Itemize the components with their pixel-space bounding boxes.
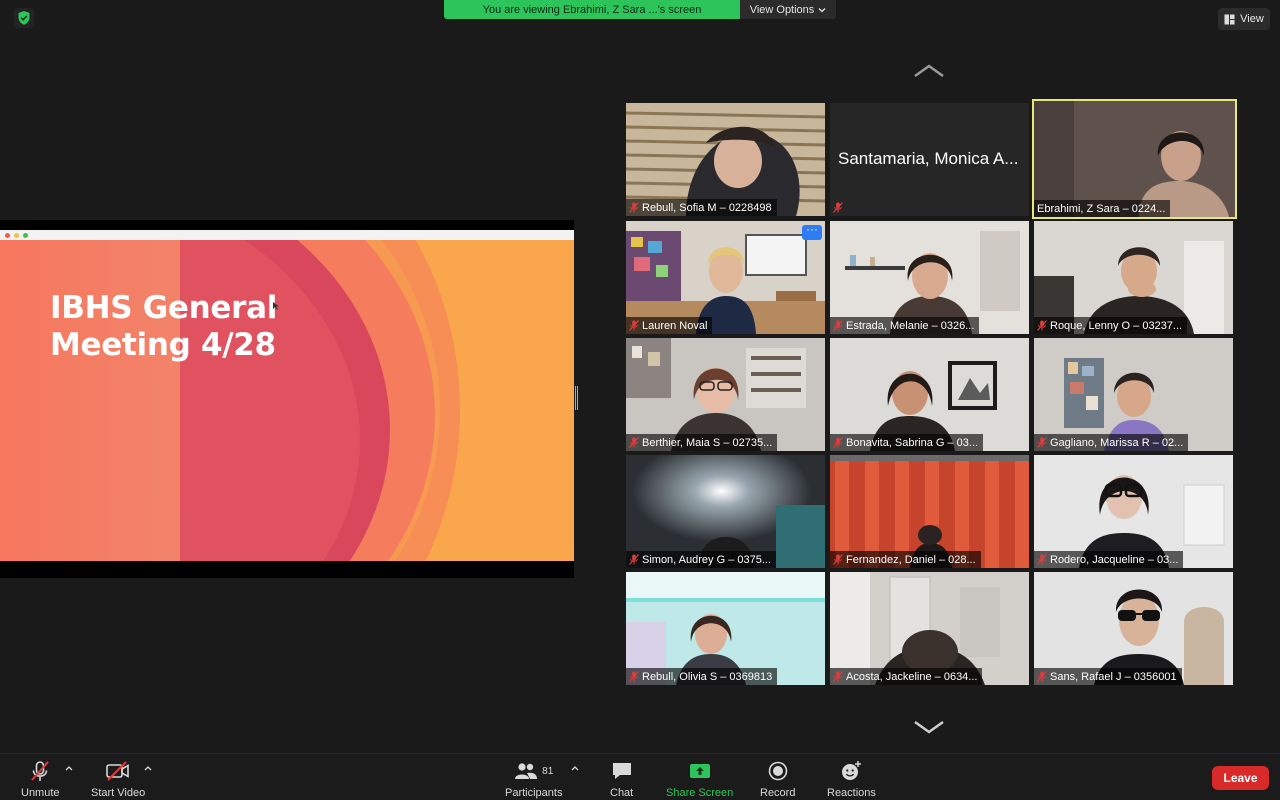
participant-tile[interactable]: Roque, Lenny O – 03237... [1034, 221, 1233, 334]
viewing-banner: You are viewing Ebrahimi, Z Sara ...'s s… [444, 0, 836, 19]
mic-muted-icon [1037, 554, 1047, 565]
mic-muted-icon [629, 320, 639, 331]
participant-tile-active-speaker[interactable]: Ebrahimi, Z Sara – 0224... [1032, 99, 1237, 219]
share-screen-button[interactable]: Share Screen [666, 760, 733, 799]
participant-tile-video-off[interactable]: Santamaria, Monica A... [830, 103, 1029, 216]
participant-name: Ebrahimi, Z Sara – 0224... [1037, 202, 1166, 215]
mouse-cursor-icon [273, 302, 279, 310]
video-options-caret-icon[interactable] [143, 764, 153, 772]
participant-name: Roque, Lenny O – 03237... [1050, 319, 1183, 332]
chat-label: Chat [610, 787, 634, 799]
security-shield-icon[interactable] [14, 8, 34, 28]
slide-background [0, 240, 574, 561]
gallery-grid: Rebull, Sofia M – 0228498 Santamaria, Mo… [626, 99, 1237, 685]
participant-tile[interactable]: Sans, Rafael J – 0356001 [1034, 572, 1233, 685]
participant-tile[interactable]: Rebull, Olivia S – 0369813 [626, 572, 825, 685]
participant-tile[interactable]: Simon, Audrey G – 0375... [626, 455, 825, 568]
participants-label: Participants [505, 787, 563, 799]
share-screen-label: Share Screen [666, 787, 734, 799]
window-zoom-dot [23, 233, 28, 238]
participant-tile[interactable]: Estrada, Melanie – 0326... [830, 221, 1029, 334]
view-button-label: View [1240, 13, 1264, 25]
participant-name: Sans, Rafael J – 0356001 [1050, 670, 1177, 683]
mic-muted-icon [833, 320, 843, 331]
participants-icon [515, 763, 538, 779]
unmute-label: Unmute [21, 787, 60, 799]
mic-muted-icon [629, 202, 639, 213]
participant-tile[interactable]: ··· Lauren Noval [626, 221, 825, 334]
record-label: Record [760, 787, 796, 799]
gallery-next-chevron-down-icon[interactable] [913, 720, 945, 734]
slide-title-line-2: Meeting 4/28 [50, 327, 276, 363]
viewing-screen-text: You are viewing Ebrahimi, Z Sara ...'s s… [444, 0, 740, 19]
participant-name: Estrada, Melanie – 0326... [846, 319, 975, 332]
participant-name: Berthier, Maia S – 02735... [642, 436, 773, 449]
reactions-button[interactable]: Reactions [827, 760, 876, 799]
view-layout-button[interactable]: View [1218, 8, 1270, 30]
view-options-label: View Options [749, 3, 815, 16]
meeting-toolbar: Unmute Start Video 81 Participants Chat … [0, 753, 1280, 800]
shared-screen[interactable]: IBHS General Meeting 4/28 [0, 220, 574, 578]
participant-name-large: Santamaria, Monica A... [838, 149, 1019, 168]
participant-name: Rodero, Jacqueline – 03... [1050, 553, 1179, 566]
view-options-button[interactable]: View Options [740, 0, 836, 19]
participant-tile[interactable]: Acosta, Jackeline – 0634... [830, 572, 1029, 685]
tile-more-options-button[interactable]: ··· [802, 223, 822, 240]
unmute-button[interactable]: Unmute [21, 760, 60, 799]
gallery-prev-chevron-up-icon[interactable] [913, 64, 945, 78]
shared-window-titlebar [0, 230, 574, 240]
mic-muted-icon [1037, 320, 1047, 331]
share-screen-icon [689, 764, 710, 778]
participant-name: Lauren Noval [642, 319, 708, 332]
mic-muted-icon [629, 554, 639, 565]
window-close-dot [5, 233, 10, 238]
audio-options-caret-icon[interactable] [64, 764, 74, 772]
participants-options-caret-icon[interactable] [570, 764, 580, 772]
participant-name: Simon, Audrey G – 0375... [642, 553, 772, 566]
mic-muted-icon [833, 554, 843, 565]
participant-tile[interactable]: Rodero, Jacqueline – 03... [1034, 455, 1233, 568]
mic-muted-icon [1037, 437, 1047, 448]
participant-name: Gagliano, Marissa R – 02... [1050, 436, 1184, 449]
mic-muted-icon [31, 761, 50, 781]
mic-muted-icon [833, 202, 843, 213]
presentation-slide: IBHS General Meeting 4/28 [0, 240, 574, 561]
leave-button[interactable]: Leave [1212, 766, 1269, 790]
split-resize-handle[interactable] [575, 386, 578, 410]
participant-tile[interactable]: Rebull, Sofia M – 0228498 [626, 103, 825, 216]
participant-tile[interactable]: Berthier, Maia S – 02735... [626, 338, 825, 451]
participant-name-label: Ebrahimi, Z Sara – 0224... [1034, 200, 1171, 217]
participant-name: Fernandez, Daniel – 028... [846, 553, 976, 566]
mic-muted-icon [1037, 671, 1047, 682]
participant-tile[interactable]: Gagliano, Marissa R – 02... [1034, 338, 1233, 451]
window-minimize-dot [14, 233, 19, 238]
chevron-down-icon [818, 7, 826, 12]
reactions-icon [842, 761, 862, 780]
start-video-label: Start Video [91, 787, 146, 799]
participant-name: Rebull, Sofia M – 0228498 [642, 201, 772, 214]
grid-view-icon [1224, 14, 1235, 24]
start-video-button[interactable]: Start Video [91, 760, 145, 799]
mic-muted-icon [629, 437, 639, 448]
participant-tile[interactable]: Bonavita, Sabrina G – 03... [830, 338, 1029, 451]
chat-button[interactable]: Chat [610, 760, 633, 799]
record-icon [768, 761, 788, 781]
participants-count: 81 [542, 765, 554, 777]
slide-title: IBHS General Meeting 4/28 [50, 290, 277, 364]
chat-icon [612, 763, 631, 779]
mic-muted-icon [833, 437, 843, 448]
mic-muted-icon [833, 671, 843, 682]
reactions-label: Reactions [827, 787, 876, 799]
participants-button[interactable]: 81 Participants [505, 760, 562, 799]
participant-name: Acosta, Jackeline – 0634... [846, 670, 978, 683]
participant-name: Rebull, Olivia S – 0369813 [642, 670, 773, 683]
slide-title-line-1: IBHS General [50, 290, 278, 326]
video-muted-icon [106, 761, 129, 781]
participant-name: Bonavita, Sabrina G – 03... [846, 436, 979, 449]
mic-muted-icon [629, 671, 639, 682]
record-button[interactable]: Record [760, 760, 795, 799]
participant-tile[interactable]: Fernandez, Daniel – 028... [830, 455, 1029, 568]
